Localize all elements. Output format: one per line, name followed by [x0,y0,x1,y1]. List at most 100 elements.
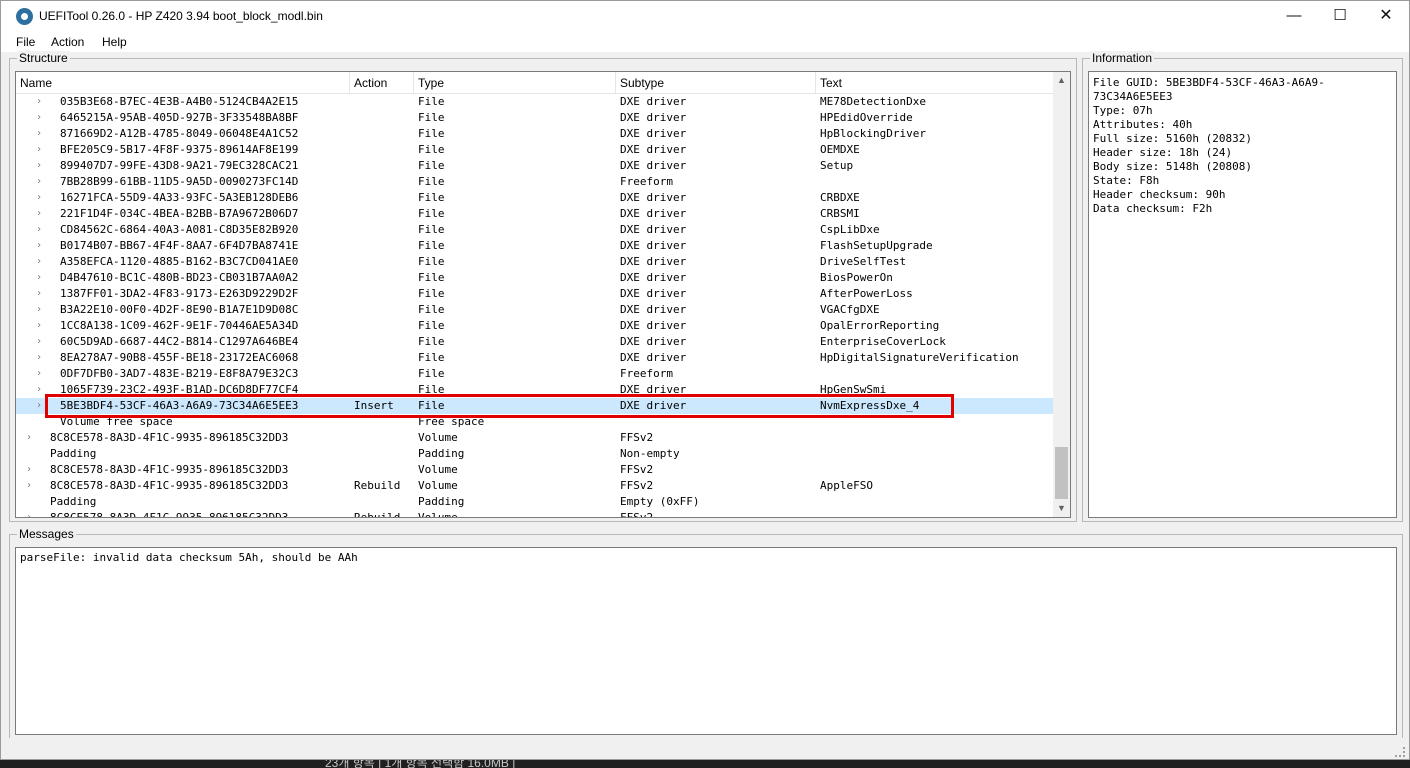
expand-chevron-icon[interactable]: › [26,430,36,446]
tree-row[interactable]: › B3A22E10-00F0-4D2F-8E90-B1A7E1D9D08C Fil… [16,302,1054,318]
information-panel[interactable]: File GUID: 5BE3BDF4-53CF-46A3-A6A9-73C34… [1088,71,1397,518]
info-line: Full size: 5160h (20832) [1093,132,1252,145]
tree-cell-subtype: DXE driver [620,255,687,268]
column-header-type[interactable]: Type [414,72,616,94]
expand-chevron-icon[interactable]: › [36,206,46,222]
column-header-subtype[interactable]: Subtype [616,72,816,94]
column-header-action[interactable]: Action [350,72,414,94]
tree-row[interactable]: › 8C8CE578-8A3D-4F1C-9935-896185C32DD3 Vol… [16,462,1054,478]
expand-chevron-icon[interactable]: › [36,110,46,126]
tree-cell-type: File [418,303,445,316]
expand-chevron-icon[interactable]: › [36,158,46,174]
tree-row[interactable]: › 1387FF01-3DA2-4F83-9173-E263D9229D2F Fil… [16,286,1054,302]
tree-cell-name: 16271FCA-55D9-4A33-93FC-5A3EB128DEB6 [60,191,299,204]
expand-chevron-icon[interactable]: › [36,174,46,190]
tree-cell-type: Volume [418,479,458,492]
tree-row[interactable]: › 871669D2-A12B-4785-8049-06048E4A1C52 Fil… [16,126,1054,142]
tree-cell-type: Volume [418,463,458,476]
tree-row[interactable]: › 16271FCA-55D9-4A33-93FC-5A3EB128DEB6 Fil… [16,190,1054,206]
tree-row[interactable]: › 7BB28B99-61BB-11D5-9A5D-0090273FC14D Fil… [16,174,1054,190]
tree-cell-type: File [418,255,445,268]
tree-row[interactable]: › 221F1D4F-034C-4BEA-B2BB-B7A9672B06D7 Fil… [16,206,1054,222]
menu-file[interactable]: File [16,35,35,49]
tree-cell-name: 8C8CE578-8A3D-4F1C-9935-896185C32DD3 [50,431,289,444]
tree-row[interactable]: › 8C8CE578-8A3D-4F1C-9935-896185C32DD3 Vol… [16,430,1054,446]
tree-cell-type: File [418,271,445,284]
tree-cell-subtype: DXE driver [620,271,687,284]
scroll-down-arrow-icon[interactable]: ▼ [1053,500,1070,517]
tree-row[interactable]: › D4B47610-BC1C-480B-BD23-CB031B7AA0A2 Fil… [16,270,1054,286]
info-line: Attributes: 40h [1093,118,1193,131]
tree-row[interactable]: › BFE205C9-5B17-4F8F-9375-89614AF8E199 Fil… [16,142,1054,158]
maximize-button[interactable]: ☐ [1317,1,1363,32]
tree-cell-type: File [418,175,445,188]
menu-bar: File Action Help [1,32,1409,52]
expand-chevron-icon[interactable]: › [36,270,46,286]
expand-chevron-icon[interactable]: › [26,478,36,494]
title-bar[interactable]: UEFITool 0.26.0 - HP Z420 3.94 boot_bloc… [1,1,1409,32]
expand-chevron-icon[interactable]: › [36,222,46,238]
expand-chevron-icon[interactable]: › [36,126,46,142]
tree-row[interactable]: › 6465215A-95AB-405D-927B-3F33548BA8BF Fil… [16,110,1054,126]
scroll-thumb[interactable] [1055,447,1068,499]
tree-cell-text: CRBDXE [820,191,860,204]
scroll-up-arrow-icon[interactable]: ▲ [1053,72,1070,89]
tree-row[interactable]: Padding Padding Empty (0xFF) [16,494,1054,510]
tree-row[interactable]: › 8C8CE578-8A3D-4F1C-9935-896185C32DD3 Reb… [16,478,1054,494]
tree-row[interactable]: › 60C5D9AD-6687-44C2-B814-C1297A646BE4 Fil… [16,334,1054,350]
tree-cell-subtype: DXE driver [620,143,687,156]
expand-chevron-icon[interactable]: › [26,510,36,517]
tree-cell-text: AfterPowerLoss [820,287,913,300]
expand-chevron-icon[interactable]: › [36,318,46,334]
column-header-text[interactable]: Text [816,72,1054,94]
tree-row[interactable]: › 035B3E68-B7EC-4E3B-A4B0-5124CB4A2E15 Fil… [16,94,1054,110]
structure-tree[interactable]: Name Action Type Subtype Text › 035B3E68-… [15,71,1071,518]
tree-cell-name: 7BB28B99-61BB-11D5-9A5D-0090273FC14D [60,175,299,188]
tree-cell-subtype: Freeform [620,175,673,188]
close-button[interactable]: ✕ [1363,1,1409,32]
tree-vertical-scrollbar[interactable]: ▲ ▼ [1053,72,1070,517]
tree-cell-text: OpalErrorReporting [820,319,940,332]
expand-chevron-icon[interactable]: › [36,238,46,254]
tree-row[interactable]: › 1CC8A138-1C09-462F-9E1F-70446AE5A34D Fil… [16,318,1054,334]
column-header-name[interactable]: Name [16,72,350,94]
tree-row[interactable]: › B0174B07-BB67-4F4F-8AA7-6F4D7BA8741E Fil… [16,238,1054,254]
expand-chevron-icon[interactable]: › [26,462,36,478]
expand-chevron-icon[interactable]: › [36,334,46,350]
message-line[interactable]: parseFile: invalid data checksum 5Ah, sh… [20,551,1392,565]
resize-grip-icon[interactable] [1395,747,1405,757]
tree-cell-type: File [418,367,445,380]
tree-row[interactable]: › A358EFCA-1120-4885-B162-B3C7CD041AE0 Fil… [16,254,1054,270]
expand-chevron-icon[interactable]: › [36,94,46,110]
tree-cell-type: Volume [418,511,458,518]
tree-cell-name: BFE205C9-5B17-4F8F-9375-89614AF8E199 [60,143,299,156]
menu-action[interactable]: Action [51,35,84,49]
tree-cell-subtype: FFSv2 [620,431,654,444]
tree-cell-text: EnterpriseCoverLock [820,335,946,348]
tree-row[interactable]: › 0DF7DFB0-3AD7-483E-B219-E8F8A79E32C3 Fil… [16,366,1054,382]
expand-chevron-icon[interactable]: › [36,190,46,206]
tree-cell-subtype: DXE driver [620,239,687,252]
tree-row[interactable]: › 899407D7-99FE-43D8-9A21-79EC328CAC21 Fil… [16,158,1054,174]
tree-cell-name: A358EFCA-1120-4885-B162-B3C7CD041AE0 [60,255,299,268]
tree-row[interactable]: Padding Padding Non-empty [16,446,1054,462]
expand-chevron-icon[interactable]: › [36,366,46,382]
tree-cell-text: DriveSelfTest [820,255,907,268]
messages-panel[interactable]: parseFile: invalid data checksum 5Ah, sh… [15,547,1397,735]
tree-cell-subtype: FFSv2 [620,511,654,518]
expand-chevron-icon[interactable]: › [36,286,46,302]
tree-cell-type: File [418,159,445,172]
tree-cell-name: 035B3E68-B7EC-4E3B-A4B0-5124CB4A2E15 [60,95,299,108]
menu-help[interactable]: Help [102,35,127,49]
expand-chevron-icon[interactable]: › [36,254,46,270]
tree-row[interactable]: › 8C8CE578-8A3D-4F1C-9935-896185C32DD3 Reb… [16,510,1054,518]
tree-cell-text: HPEdidOverride [820,111,913,124]
tree-cell-subtype: DXE driver [620,319,687,332]
minimize-button[interactable]: — [1271,1,1317,32]
tree-row[interactable]: › 8EA278A7-90B8-455F-BE18-23172EAC6068 Fil… [16,350,1054,366]
info-line: Type: 07h [1093,104,1153,117]
expand-chevron-icon[interactable]: › [36,302,46,318]
expand-chevron-icon[interactable]: › [36,142,46,158]
expand-chevron-icon[interactable]: › [36,350,46,366]
tree-row[interactable]: › CD84562C-6864-40A3-A081-C8D35E82B920 Fil… [16,222,1054,238]
